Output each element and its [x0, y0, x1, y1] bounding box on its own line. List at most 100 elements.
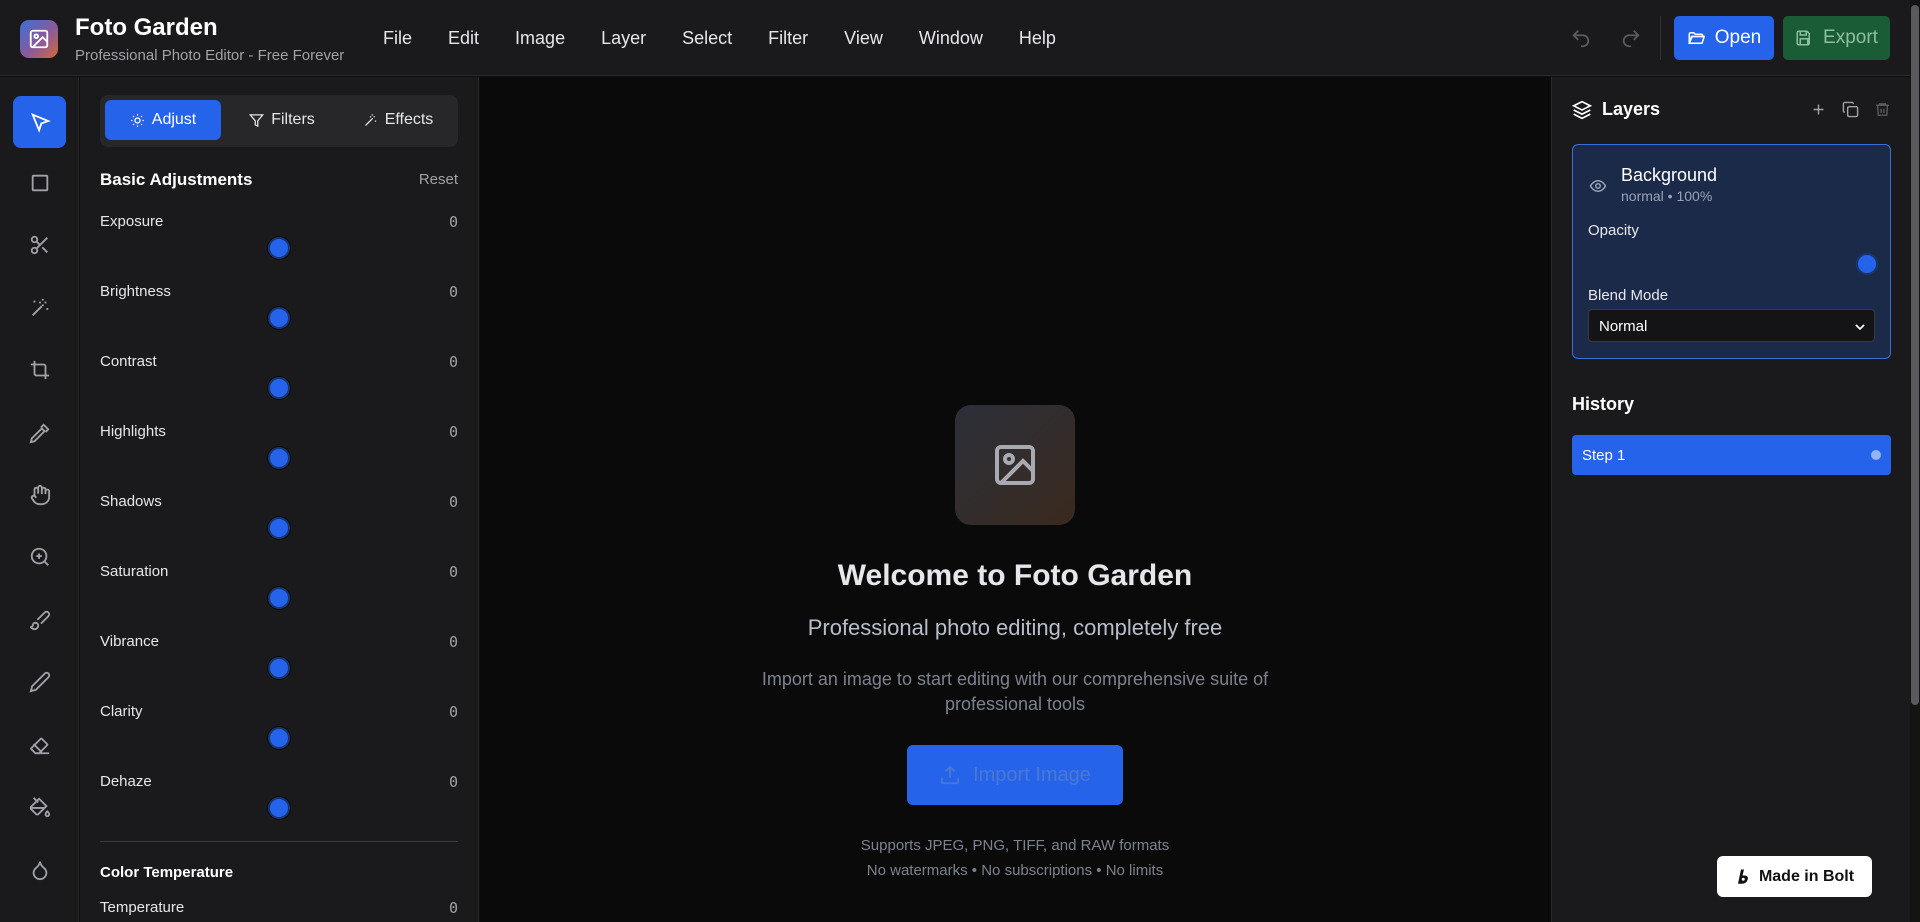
adjustment-label: Dehaze [100, 773, 152, 790]
pencil-icon [29, 671, 50, 693]
section-title: Basic Adjustments [100, 170, 253, 189]
export-label: Export [1823, 27, 1878, 48]
open-label: Open [1714, 27, 1762, 48]
tab-effects[interactable]: Effects [342, 100, 454, 140]
open-button[interactable]: Open [1674, 16, 1774, 60]
adjustment-clarity: Clarity 0 [100, 703, 458, 773]
slider-handle[interactable] [268, 377, 290, 399]
eraser-icon [29, 737, 49, 755]
rectangle-tool[interactable] [13, 157, 66, 209]
brush-tool[interactable] [13, 594, 66, 646]
adjustment-label: Brightness [100, 283, 171, 300]
adjustment-label: Highlights [100, 423, 166, 440]
undo-icon[interactable] [1570, 27, 1592, 49]
top-bar: Foto Garden Professional Photo Editor - … [0, 0, 1920, 76]
adjustment-exposure: Exposure 0 [100, 213, 458, 283]
badge-label: Made in Bolt [1758, 867, 1855, 885]
tab-filters[interactable]: Filters [224, 100, 340, 140]
blend-mode-select[interactable]: Normal [1588, 309, 1875, 342]
droplet-tool[interactable] [13, 844, 66, 896]
adjustment-label: Shadows [100, 493, 162, 510]
brush-icon [29, 610, 50, 631]
magic-wand-tool[interactable] [13, 282, 66, 334]
droplet-icon [32, 861, 47, 881]
color-temperature-title: Color Temperature [100, 864, 234, 881]
menu-select[interactable]: Select [682, 28, 732, 49]
slider-handle[interactable] [268, 727, 290, 749]
export-button[interactable]: Export [1783, 16, 1890, 60]
divider [100, 841, 458, 842]
zoom-tool[interactable] [13, 531, 66, 583]
paint-bucket-tool[interactable] [13, 781, 66, 833]
slider-handle[interactable] [268, 447, 290, 469]
menu-layer[interactable]: Layer [601, 28, 646, 49]
menu-bar: File Edit Image Layer Select Filter View… [383, 28, 1092, 49]
history-title: History [1572, 394, 1635, 414]
adjustment-value: 0 [448, 633, 458, 651]
app-subtitle: Professional Photo Editor - Free Forever [75, 47, 345, 64]
adjustment-label: Exposure [100, 213, 164, 230]
slider-handle[interactable] [268, 587, 290, 609]
eye-icon[interactable] [1589, 177, 1607, 195]
tab-adjust-label: Adjust [151, 111, 197, 128]
plus-icon[interactable] [1810, 101, 1827, 118]
import-image-button[interactable]: Import Image [907, 745, 1123, 805]
slider-handle[interactable] [268, 797, 290, 819]
made-in-bolt-badge[interactable]: Made in Bolt [1717, 856, 1872, 897]
blend-mode-label: Blend Mode [1588, 287, 1669, 304]
menu-view[interactable]: View [844, 28, 883, 49]
duplicate-icon[interactable] [1842, 101, 1859, 118]
adjustment-vibrance: Vibrance 0 [100, 633, 458, 703]
crop-icon [30, 360, 49, 380]
eyedropper-icon [29, 423, 50, 444]
layer-meta: normal • 100% [1621, 188, 1713, 204]
panel-tabs: Adjust Filters Effects [100, 95, 458, 147]
welcome-image-icon [955, 405, 1075, 525]
tab-effects-label: Effects [384, 111, 434, 128]
menu-window[interactable]: Window [919, 28, 983, 49]
hand-icon [30, 484, 50, 506]
eyedropper-tool[interactable] [13, 407, 66, 459]
layer-item-background[interactable]: Background normal • 100% Opacity Blend M… [1572, 144, 1891, 359]
magic-wand-icon [364, 113, 376, 126]
menu-help[interactable]: Help [1019, 28, 1056, 49]
magic-wand-icon [31, 298, 48, 316]
welcome-description: Import an image to start editing with ou… [761, 669, 1269, 714]
tab-filters-label: Filters [271, 111, 315, 128]
image-icon [29, 29, 49, 49]
adjustment-label: Saturation [100, 563, 169, 580]
select-tool[interactable] [13, 96, 66, 148]
hand-tool[interactable] [13, 469, 66, 521]
menu-edit[interactable]: Edit [448, 28, 479, 49]
slider-handle[interactable] [268, 307, 290, 329]
folder-open-icon [1687, 32, 1705, 44]
menu-file[interactable]: File [383, 28, 412, 49]
zoom-in-icon [30, 547, 49, 566]
adjustment-value: 0 [448, 563, 458, 581]
crop-tool[interactable] [13, 344, 66, 396]
adjustment-label: Clarity [100, 703, 143, 720]
slider-handle[interactable] [268, 237, 290, 259]
save-icon [1796, 30, 1811, 46]
menu-image[interactable]: Image [515, 28, 565, 49]
slider-handle[interactable] [268, 517, 290, 539]
opacity-slider-handle[interactable] [1856, 253, 1878, 275]
redo-icon[interactable] [1620, 27, 1642, 49]
history-item-label: Step 1 [1582, 447, 1626, 464]
scissors-tool[interactable] [13, 219, 66, 271]
scrollbar-thumb[interactable] [1911, 5, 1919, 705]
trash-icon[interactable] [1874, 101, 1891, 118]
bolt-logo-icon [1737, 869, 1748, 884]
perks-note: No watermarks • No subscriptions • No li… [866, 862, 1164, 879]
slider-handle[interactable] [268, 657, 290, 679]
tab-adjust[interactable]: Adjust [105, 100, 221, 140]
eraser-tool[interactable] [13, 719, 66, 771]
menu-filter[interactable]: Filter [768, 28, 808, 49]
history-item[interactable]: Step 1 [1572, 435, 1891, 475]
filter-icon [249, 113, 265, 127]
adjustment-value: 0 [448, 283, 458, 301]
blend-mode-value: Normal [1599, 318, 1648, 335]
reset-button[interactable]: Reset [419, 171, 458, 188]
pencil-tool[interactable] [13, 656, 66, 708]
canvas-area: Welcome to Foto Garden Professional phot… [480, 77, 1550, 922]
